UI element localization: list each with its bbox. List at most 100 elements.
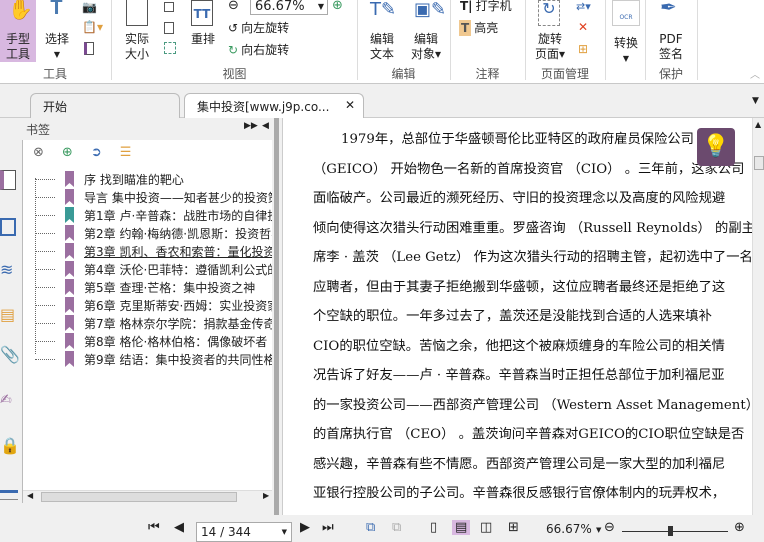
goto-bookmark-icon[interactable]: ➲ [91, 145, 102, 160]
highlight-button[interactable]: T 高亮 [459, 20, 498, 36]
pdf-sign-button[interactable]: ✒ PDF 签名 [650, 0, 692, 64]
bookmark-item[interactable]: 第7章 格林奈尔学院：捐款基金传奇 [65, 314, 272, 332]
bookmark-panel: ⊗ ⊕ ➲ ☰ 序 找到瞄准的靶心 导言 集中投资——知者甚少的投资策略 第1章 卢… [22, 140, 272, 503]
zoom-select[interactable]: 66.67% ▼ [250, 0, 328, 15]
collapse-ribbon-icon[interactable]: ︿ [750, 66, 760, 81]
document-view[interactable]: 1979年，总部位于华盛顿哥伦比亚特区的政府雇员保险公司 （GEICO） 开始物色… [282, 118, 752, 515]
single-page-icon[interactable]: ▯ [430, 520, 437, 535]
rotate-right-button[interactable]: ↻ 向右旋转 [228, 42, 289, 58]
expand-panel-icon[interactable]: ▶▶ [244, 121, 258, 131]
bookmark-item[interactable]: 第8章 格伦·格林伯格：偶像破坏者 [65, 332, 267, 350]
pages-icon[interactable] [0, 218, 16, 236]
status-bar: ⏮ ◀ 14 / 344 ▼ ▶ ⏭ ⧉ ⧉ ▯ ▤ ◫ ⊞ 66.67% ▼ ⊖… [0, 515, 764, 542]
bookmark-options-icon[interactable]: ☰ [120, 145, 132, 160]
zoom-in-icon[interactable]: ⊕ [734, 520, 745, 535]
group-label-annotate: 注释 [475, 67, 500, 81]
previous-view-icon[interactable]: ⧉ [366, 520, 375, 535]
chevron-down-icon[interactable]: ▼ [596, 526, 601, 534]
collapse-panel-icon[interactable]: ◀ [262, 121, 269, 131]
insert-page-icon[interactable]: ⊞ [578, 42, 588, 56]
bookmark-item[interactable]: 第6章 克里斯蒂安·西姆：实业投资家 [65, 296, 272, 314]
delete-bookmark-icon[interactable]: ⊗ [33, 145, 44, 160]
add-bookmark-icon[interactable]: ⊕ [62, 145, 73, 160]
scrollbar-thumb[interactable] [754, 156, 764, 170]
edit-text-button[interactable]: T✎ 编辑 文本 [364, 0, 400, 64]
actual-size-label-1: 实际 [124, 32, 149, 46]
zoom-percentage[interactable]: 66.67% [546, 522, 592, 536]
vertical-scrollbar[interactable]: ▲ [752, 118, 764, 515]
previous-page-icon[interactable]: ◀ [174, 520, 184, 535]
fit-visible-icon[interactable] [164, 42, 176, 54]
first-page-icon[interactable]: ⏮ [148, 520, 160, 535]
select-cursor-icon: 𝐓 [50, 0, 63, 19]
scroll-left-icon[interactable]: ◀ [27, 491, 33, 500]
continuous-facing-icon[interactable]: ⊞ [508, 520, 519, 535]
tab-document[interactable]: 集中投资[www.j9p.co... ✕ [184, 93, 364, 118]
page-number-input[interactable]: 14 / 344 ▼ [196, 522, 292, 542]
bookmark-item[interactable]: 第5章 查理·芒格：集中投资之神 [65, 278, 255, 296]
rotate-left-button[interactable]: ↺ 向左旋转 [228, 20, 289, 36]
close-icon[interactable]: ✕ [345, 98, 355, 112]
bookmark-item[interactable]: 序 找到瞄准的靶心 [65, 170, 184, 188]
ocr-icon: OCR [612, 0, 640, 26]
document-text-line: 亚银行控股公司的子公司。辛普森很反感银行官僚体制内的玩弄权术， [313, 486, 726, 501]
reflow-icon: TT [191, 0, 213, 26]
select-button[interactable]: 𝐓 选择 ▼ [40, 0, 74, 62]
clipboard-icon[interactable]: 📋▾ [82, 20, 103, 34]
zoom-slider-thumb[interactable] [667, 526, 673, 536]
snapshot-icon[interactable]: 📷 [82, 0, 97, 14]
bookmark-label: 第8章 格伦·格林伯格：偶像破坏者 [84, 334, 268, 349]
page-icon[interactable] [84, 42, 94, 55]
convert-button[interactable]: OCR 转换 ▼ [610, 0, 642, 63]
horizontal-scrollbar[interactable]: ◀ ▶ [23, 490, 272, 503]
bookmark-label: 第7章 格林奈尔学院：捐款基金传奇 [84, 316, 272, 331]
actual-size-button[interactable]: 实际 大小 [118, 0, 156, 64]
zoom-slider[interactable] [622, 531, 728, 532]
bookmark-item[interactable]: 第4章 沃伦·巴菲特：遵循凯利公式的"股 [65, 260, 272, 278]
hand-tool-button[interactable]: ✋ 手型 工具 [0, 0, 36, 62]
edit-object-icon: ▣✎ [414, 0, 447, 20]
tab-bar: 开始 集中投资[www.j9p.co... ✕ ▼ [0, 84, 764, 118]
layers-icon[interactable]: ≋ [0, 260, 13, 279]
tab-list-icon[interactable]: ▼ [752, 96, 759, 106]
facing-page-icon[interactable]: ◫ [480, 520, 492, 535]
bookmark-item[interactable]: 第9章 结语：集中投资者的共同性格 [65, 350, 272, 368]
attachment-icon[interactable]: 📎 [0, 345, 20, 364]
lock-icon[interactable]: 🔒 [0, 436, 20, 455]
ribbon: ✋ 手型 工具 𝐓 选择 ▼ 📷 📋▾ 工具 实际 大小 TT 重排 ⊖ 66.… [0, 0, 764, 84]
last-page-icon[interactable]: ⏭ [322, 520, 334, 535]
reflow-button[interactable]: TT 重排 [188, 0, 218, 62]
zoom-in-icon[interactable]: ⊕ [332, 0, 343, 13]
form-icon[interactable] [0, 490, 18, 500]
bookmark-flag-icon [65, 351, 74, 367]
continuous-page-icon[interactable]: ▤ [452, 520, 471, 535]
replace-page-icon[interactable]: ⇄▾ [576, 0, 591, 13]
panel-splitter[interactable] [272, 118, 282, 515]
tab-label: 开始 [43, 100, 68, 114]
tab-home[interactable]: 开始 [30, 93, 180, 118]
typewriter-button[interactable]: T| 打字机 [460, 0, 512, 14]
bookmark-item[interactable]: 导言 集中投资——知者甚少的投资策略 [65, 188, 272, 206]
zoom-out-icon[interactable]: ⊖ [228, 0, 239, 13]
signature-icon[interactable]: ✍ [0, 392, 12, 408]
bookmark-item[interactable]: 第2章 约翰·梅纳德·凯恩斯：投资哲学家 [65, 224, 272, 242]
scrollbar-thumb[interactable] [41, 492, 237, 502]
document-text-line: 感兴趣，辛普森有些不情愿。西部资产管理公司是一家大型的加利福尼 [313, 456, 726, 472]
comments-icon[interactable]: ▤ [0, 305, 15, 324]
bookmark-label: 第6章 克里斯蒂安·西姆：实业投资家 [84, 298, 272, 313]
scroll-right-icon[interactable]: ▶ [263, 491, 269, 500]
lightbulb-tip-icon[interactable]: 💡 [697, 128, 735, 166]
rotate-page-button[interactable]: ↻ 旋转 页面▾ [530, 0, 570, 64]
delete-page-icon[interactable]: ✕ [578, 20, 588, 34]
zoom-out-icon[interactable]: ⊖ [604, 520, 615, 535]
scroll-up-icon[interactable]: ▲ [755, 120, 761, 129]
bookmark-item[interactable]: 第1章 卢·辛普森：战胜市场的自律投资 [65, 206, 272, 224]
bookmark-nav-icon[interactable] [0, 170, 16, 190]
next-view-icon[interactable]: ⧉ [392, 520, 401, 535]
bookmark-item[interactable]: 第3章 凯利、香农和索普：量化投资者 [65, 242, 272, 260]
bookmark-label: 第3章 凯利、香农和索普：量化投资者 [84, 244, 272, 259]
fit-page-icon[interactable] [164, 22, 174, 34]
edit-object-button[interactable]: ▣✎ 编辑 对象▾ [404, 0, 448, 64]
fit-width-icon[interactable] [164, 2, 174, 12]
next-page-icon[interactable]: ▶ [300, 520, 310, 535]
